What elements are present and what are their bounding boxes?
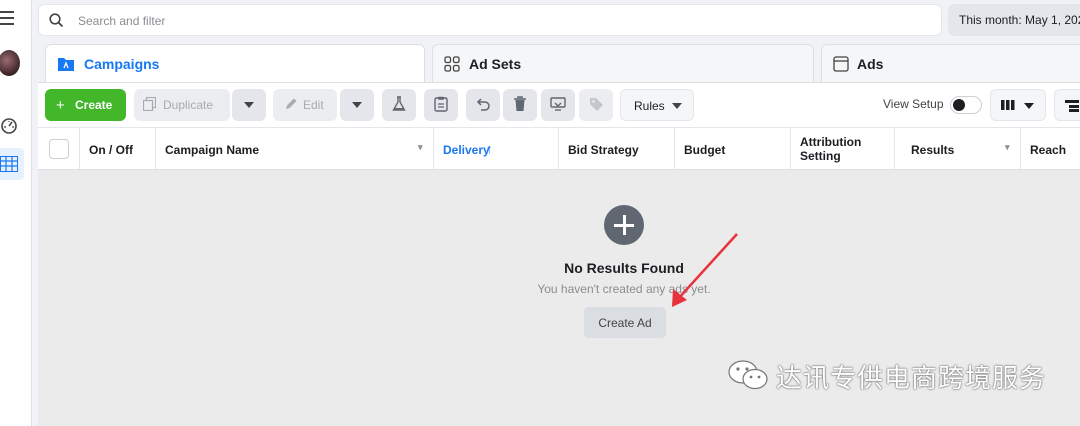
tab-ad-sets[interactable]: Ad Sets (432, 44, 814, 82)
preview-icon (550, 97, 566, 114)
duplicate-button[interactable]: Duplicate (134, 89, 230, 121)
column-label: Bid Strategy (568, 143, 639, 157)
edit-button-label: Edit (303, 98, 324, 112)
tab-campaigns[interactable]: Campaigns (45, 44, 425, 82)
search-input-placeholder[interactable]: Search and filter (78, 14, 165, 28)
columns-icon (1001, 99, 1015, 114)
delete-button[interactable] (503, 89, 537, 121)
edit-button[interactable]: Edit (273, 89, 337, 121)
hamburger-menu-icon[interactable] (0, 11, 14, 29)
trash-icon (513, 96, 527, 115)
pencil-icon (284, 97, 298, 114)
column-label: Budget (684, 143, 726, 157)
column-header-on-off[interactable]: On / Off (80, 128, 156, 171)
sort-ascending-icon: ↑ (486, 141, 493, 156)
breakdown-button[interactable] (1054, 89, 1080, 121)
breakdown-icon (1065, 100, 1079, 115)
column-header-delivery[interactable]: Delivery ↑ (434, 128, 559, 171)
columns-button[interactable] (990, 89, 1046, 121)
search-filter-bar[interactable]: Search and filter (38, 4, 942, 36)
table-header: On / Off Campaign Name ▾ Delivery ↑ Bid … (38, 127, 1080, 171)
undo-icon (476, 97, 490, 114)
select-all-checkbox[interactable] (49, 139, 69, 159)
duplicate-button-label: Duplicate (163, 98, 214, 112)
plus-icon: + (56, 97, 65, 114)
empty-state-subtitle: You haven't created any ads yet. (537, 282, 711, 296)
view-setup-toggle[interactable] (950, 96, 982, 114)
tab-campaigns-label: Campaigns (84, 56, 160, 72)
column-header-attribution-setting[interactable]: Attribution Setting (791, 128, 895, 171)
column-label: Results (911, 143, 955, 157)
chevron-down-icon (244, 102, 254, 108)
chevron-down-icon (672, 103, 682, 109)
folder-icon (57, 56, 75, 77)
edit-dropdown-button[interactable] (340, 89, 374, 121)
duplicate-dropdown-button[interactable] (232, 89, 266, 121)
column-label: Campaign Name (165, 143, 260, 157)
empty-state-title: No Results Found (564, 260, 684, 276)
column-header-results[interactable]: Results ▾ (895, 128, 1021, 171)
left-rail (0, 0, 32, 426)
dashboard-gauge-icon[interactable] (0, 117, 18, 140)
duplicate-icon (142, 96, 157, 114)
tag-button[interactable] (579, 89, 613, 121)
avatar[interactable] (0, 50, 20, 76)
column-header-bid-strategy[interactable]: Bid Strategy (559, 128, 675, 171)
create-ad-button[interactable]: Create Ad (584, 307, 666, 338)
column-header-campaign-name[interactable]: Campaign Name ▾ (156, 128, 434, 171)
ab-test-button[interactable] (382, 89, 416, 121)
undo-button[interactable] (466, 89, 500, 121)
tab-ad-sets-label: Ad Sets (469, 56, 522, 72)
grid-icon (444, 56, 460, 77)
date-range-picker[interactable]: This month: May 1, 2020 (948, 4, 1080, 36)
column-header-budget[interactable]: Budget (675, 128, 791, 171)
clipboard-button[interactable] (424, 89, 458, 121)
chevron-down-icon (352, 102, 362, 108)
chevron-down-icon (1024, 103, 1034, 109)
tag-icon (589, 97, 604, 115)
toggle-knob (953, 99, 965, 111)
ad-frame-icon (833, 56, 849, 77)
rules-button-label: Rules (634, 99, 665, 113)
sort-caret-icon: ▾ (1005, 142, 1010, 152)
clipboard-icon (434, 96, 448, 115)
create-button[interactable]: + Create (45, 89, 126, 121)
column-label: Delivery (443, 143, 490, 157)
column-header-reach[interactable]: Reach (1021, 128, 1080, 171)
column-label: Reach (1030, 143, 1067, 157)
wechat-logo-icon (728, 360, 768, 390)
create-button-label: Create (75, 98, 113, 112)
view-setup-label: View Setup (883, 97, 944, 111)
column-label: On / Off (89, 143, 133, 157)
rules-button[interactable]: Rules (620, 89, 694, 121)
sort-caret-icon: ▾ (418, 142, 423, 152)
tab-ads[interactable]: Ads (821, 44, 1080, 82)
toolbar: + Create Duplicate Edit Rules View Setup (38, 83, 1080, 127)
ads-manager-table-icon[interactable] (0, 148, 24, 180)
preview-button[interactable] (541, 89, 575, 121)
search-icon (49, 13, 64, 33)
column-label: Attribution Setting (800, 135, 862, 163)
tab-ads-label: Ads (857, 56, 884, 72)
add-circle-icon (604, 205, 644, 245)
watermark-text: 达讯专供电商跨境服务 (776, 364, 1047, 394)
select-all-cell (38, 128, 80, 171)
flask-icon (392, 96, 406, 115)
